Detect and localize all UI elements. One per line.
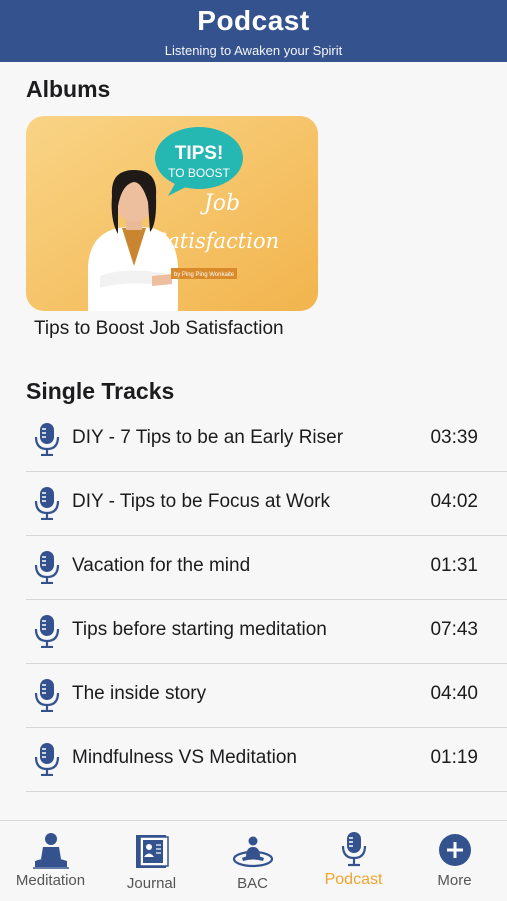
cover-satisfaction-text: Satisfaction xyxy=(153,229,279,253)
tab-label: Podcast xyxy=(324,871,383,888)
microphone-icon xyxy=(34,615,60,648)
track-duration: 03:39 xyxy=(430,427,478,448)
microphone-icon xyxy=(34,743,60,776)
tab-podcast[interactable]: Podcast xyxy=(303,821,404,901)
track-row[interactable]: Tips before starting meditation 07:43 xyxy=(26,600,507,664)
meditation-icon xyxy=(32,833,69,869)
track-row[interactable]: The inside story 04:40 xyxy=(26,664,507,728)
track-row[interactable]: Vacation for the mind 01:31 xyxy=(26,536,507,600)
track-row[interactable]: DIY - 7 Tips to be an Early Riser 03:39 xyxy=(26,408,507,472)
tab-label: More xyxy=(437,872,472,889)
album-card-job-satisfaction[interactable]: TIPS! TO BOOST Job Satisfaction by Ping … xyxy=(26,116,318,311)
cover-byline-text: by Ping Ping Wonkaite xyxy=(174,272,235,278)
bac-icon xyxy=(232,836,273,868)
microphone-icon xyxy=(34,487,60,520)
track-title: Vacation for the mind xyxy=(72,555,251,576)
tab-journal[interactable]: Journal xyxy=(101,821,202,901)
track-title: DIY - Tips to be Focus at Work xyxy=(72,491,331,512)
cover-job-text: Job xyxy=(200,191,240,216)
track-title: Tips before starting meditation xyxy=(72,619,327,640)
tab-more[interactable]: More xyxy=(404,821,505,901)
microphone-icon xyxy=(34,679,60,712)
track-duration: 01:31 xyxy=(430,555,478,576)
page-subtitle: Listening to Awaken your Spirit xyxy=(164,43,343,58)
cover-to-boost-text: TO BOOST xyxy=(168,166,230,180)
tab-label: Journal xyxy=(126,875,177,892)
app-header: Podcast Listening to Awaken your Spirit xyxy=(0,0,507,62)
track-duration: 07:43 xyxy=(430,619,478,640)
track-list: DIY - 7 Tips to be an Early Riser 03:39 … xyxy=(26,408,507,792)
microphone-icon xyxy=(34,551,60,584)
album-title[interactable]: Tips to Boost Job Satisfaction xyxy=(34,318,284,340)
journal-icon xyxy=(135,835,169,868)
tab-bac[interactable]: BAC xyxy=(202,821,303,901)
main-content[interactable]: Albums TIPS! TO BOOST Job Satisfaction b… xyxy=(0,62,507,820)
track-row[interactable]: DIY - Tips to be Focus at Work 04:02 xyxy=(26,472,507,536)
microphone-icon xyxy=(341,832,366,867)
track-title: Mindfulness VS Meditation xyxy=(72,747,297,768)
plus-circle-icon xyxy=(438,834,471,866)
albums-section-title: Albums xyxy=(26,76,111,102)
bottom-tab-bar: Meditation Journal BAC Podcast More xyxy=(0,820,507,901)
track-row[interactable]: Mindfulness VS Meditation 01:19 xyxy=(26,728,507,792)
track-duration: 04:40 xyxy=(430,683,478,704)
tab-meditation[interactable]: Meditation xyxy=(0,821,101,901)
album-cover-image: TIPS! TO BOOST Job Satisfaction by Ping … xyxy=(26,116,318,311)
tab-label: Meditation xyxy=(15,872,86,889)
microphone-icon xyxy=(34,423,60,456)
track-title: The inside story xyxy=(72,683,207,704)
single-tracks-section-title: Single Tracks xyxy=(26,378,175,404)
page-title: Podcast xyxy=(197,5,310,36)
track-duration: 01:19 xyxy=(430,747,478,768)
tab-label: BAC xyxy=(237,875,268,892)
track-duration: 04:02 xyxy=(430,491,478,512)
track-title: DIY - 7 Tips to be an Early Riser xyxy=(72,427,344,448)
cover-tips-text: TIPS! xyxy=(175,143,224,164)
